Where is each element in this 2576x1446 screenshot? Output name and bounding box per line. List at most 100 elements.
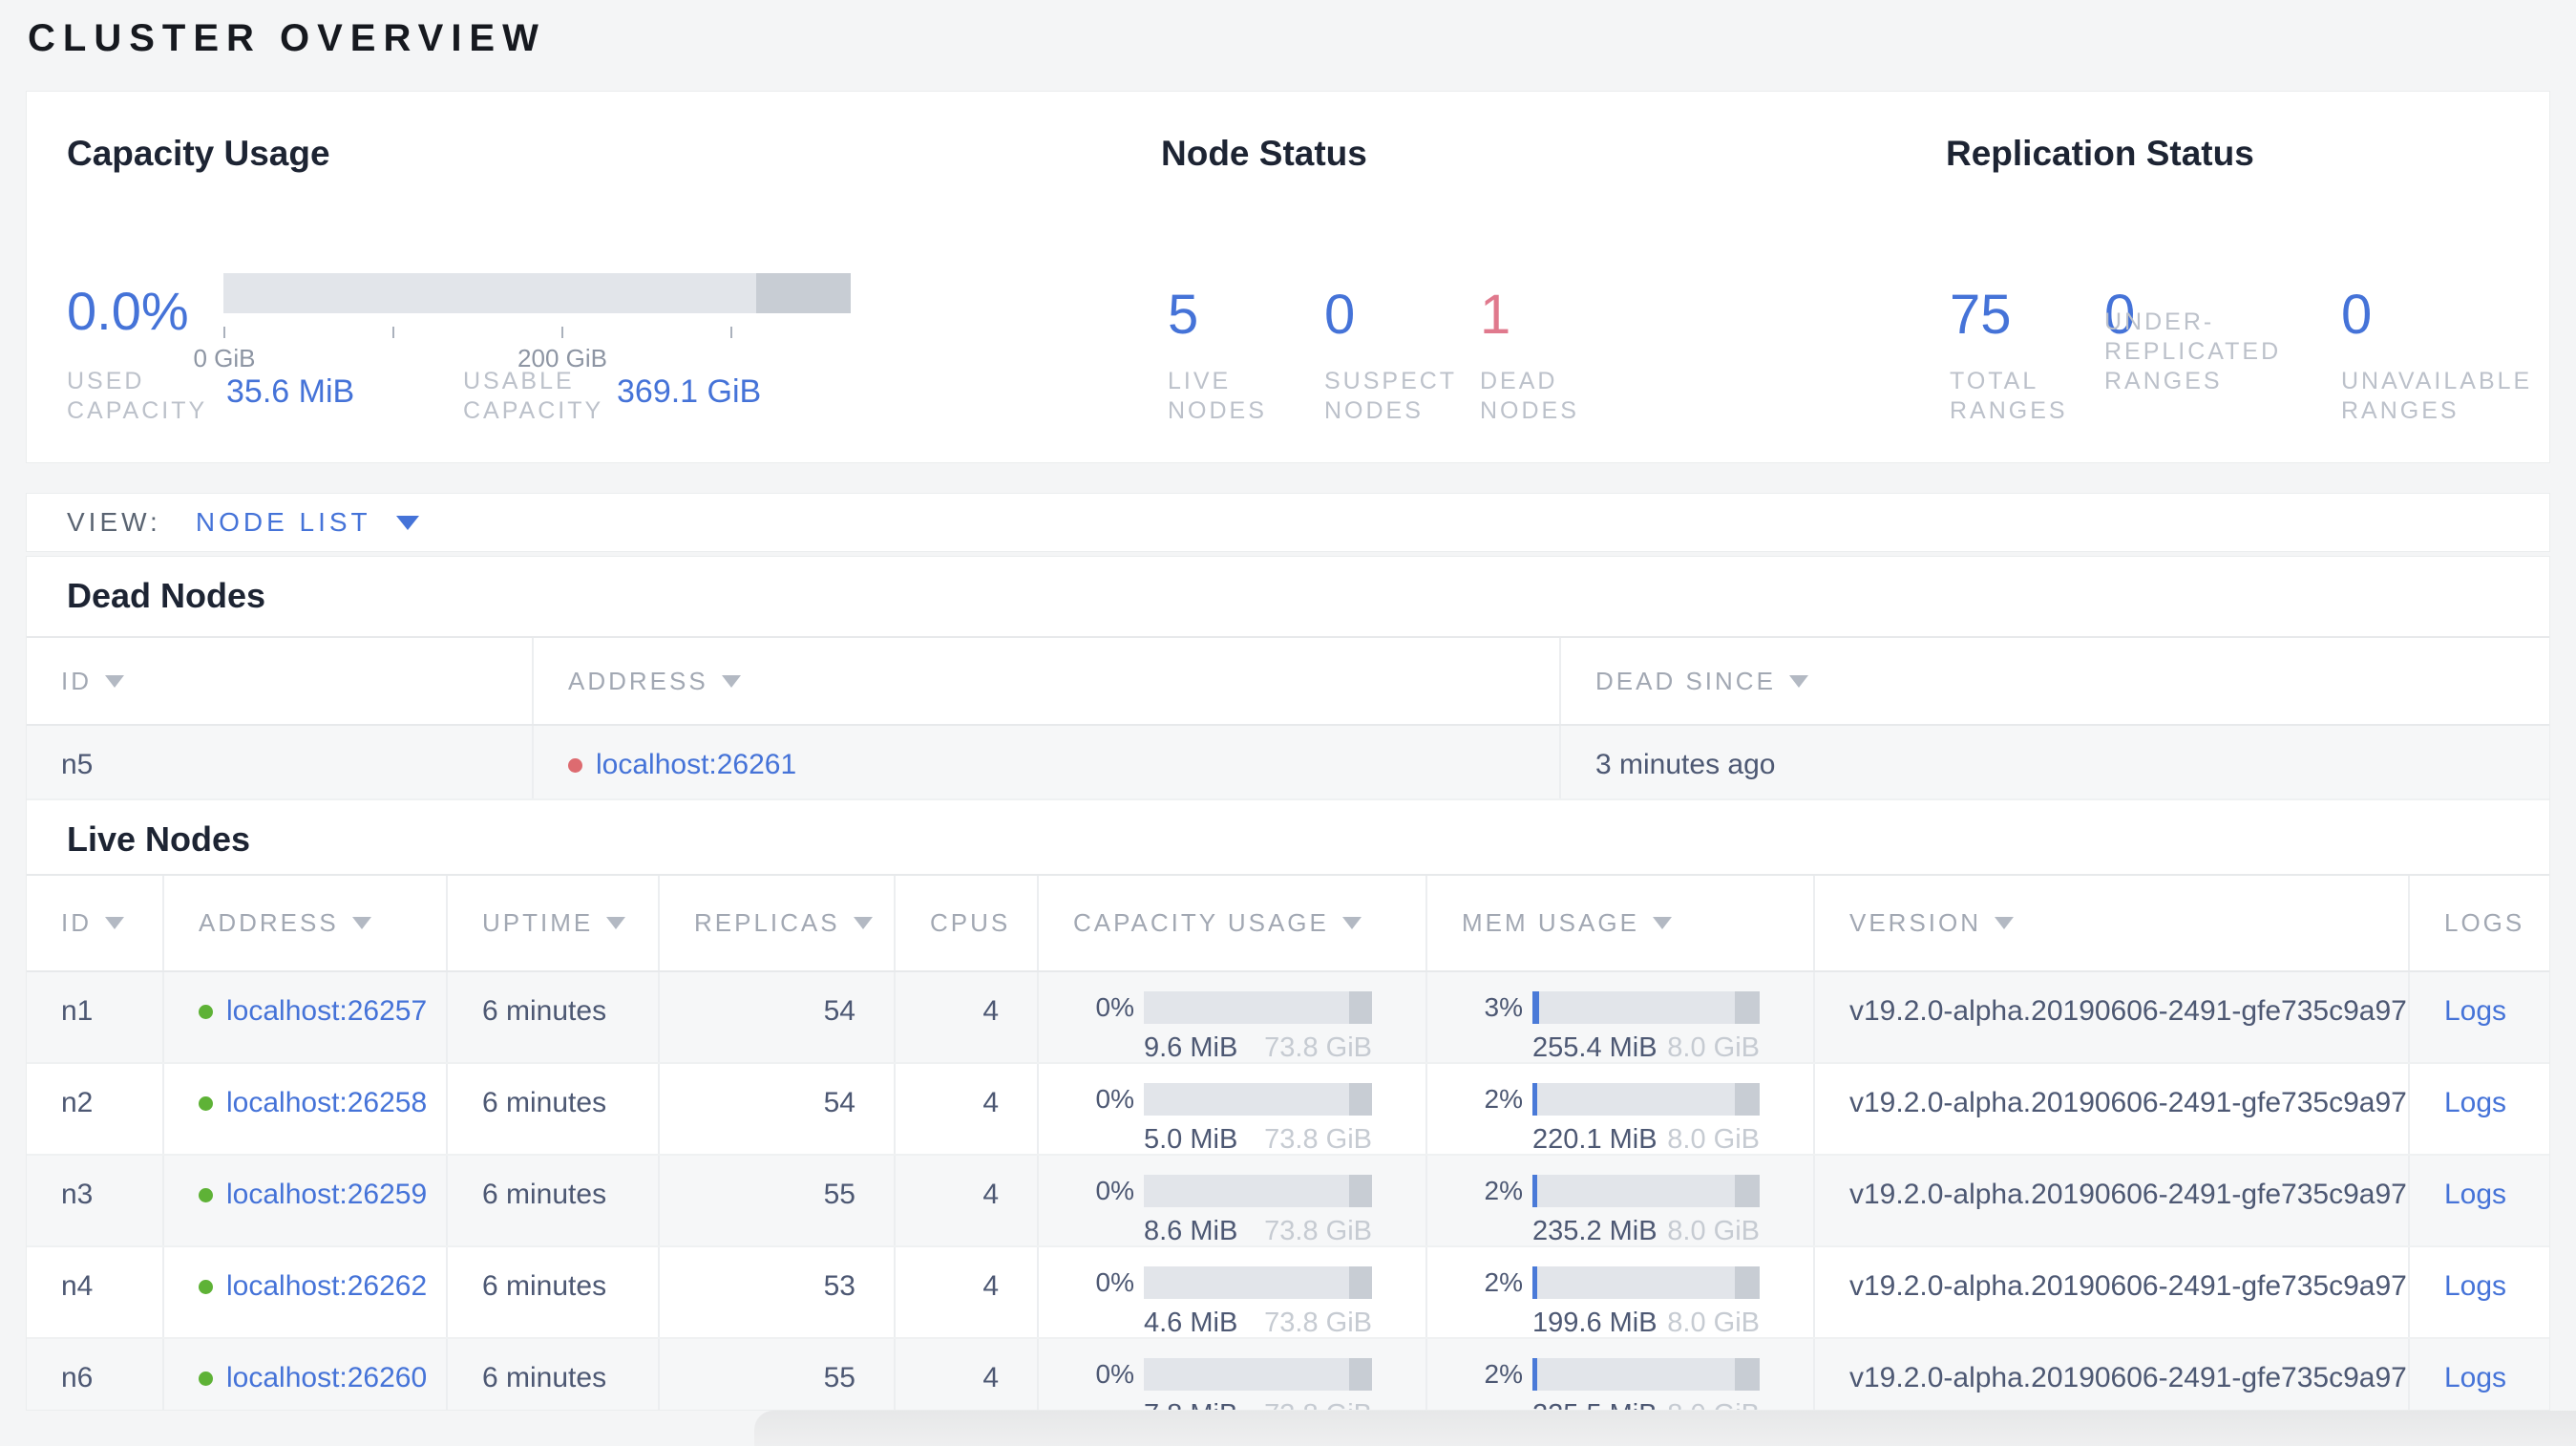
capacity-used-value: 4.6 MiB — [1144, 1308, 1238, 1337]
capacity-used-value: 7.8 MiB — [1144, 1399, 1237, 1410]
node-address-cell: localhost:26257 — [164, 972, 448, 1062]
mem-mini-bar — [1532, 991, 1760, 1024]
mem-total-value: 8.0 GiB — [1667, 1124, 1760, 1154]
bottom-shadow — [754, 1411, 2576, 1446]
capacity-percent-label: 0% — [1095, 1359, 1134, 1389]
dead-node-dead-since: 3 minutes ago — [1595, 749, 1776, 780]
node-address-link[interactable]: localhost:26260 — [226, 1362, 427, 1394]
node-cpus: 4 — [896, 972, 1039, 1062]
live-col-cpus[interactable]: CPUS — [896, 876, 1039, 970]
dead-status-dot-icon — [568, 758, 582, 773]
view-selector-dropdown[interactable]: NODE LIST — [196, 507, 419, 538]
mem-mini-bar — [1532, 1266, 1760, 1299]
axis-tick — [561, 327, 563, 338]
usable-capacity-value: 369.1 GiB — [617, 373, 762, 410]
sort-arrow-icon — [105, 674, 124, 688]
node-logs-cell: Logs — [2410, 1247, 2549, 1337]
dead-col-address[interactable]: ADDRESS — [534, 638, 1561, 724]
capacity-mini-bar — [1144, 1175, 1372, 1207]
live-status-dot-icon — [199, 1096, 213, 1111]
mem-percent-label: 2% — [1484, 1176, 1523, 1205]
used-capacity-value: 35.6 MiB — [226, 373, 355, 410]
sort-arrow-icon — [351, 917, 371, 929]
mem-mini-bar — [1532, 1358, 1760, 1391]
live-col-replicas[interactable]: REPLICAS — [660, 876, 896, 970]
live-col-id[interactable]: ID — [27, 876, 164, 970]
capacity-bar — [223, 273, 851, 313]
capacity-mini-bar — [1144, 1358, 1372, 1391]
mem-total-value: 8.0 GiB — [1667, 1216, 1760, 1245]
node-list-card: Dead Nodes ID ADDRESS DEAD SINCE n5 loca… — [26, 556, 2550, 1411]
node-mem-usage: 3% 255.4 MiB 8.0 GiB — [1427, 972, 1815, 1062]
capacity-used-value: 8.6 MiB — [1144, 1216, 1238, 1245]
live-node-row: n6 localhost:26260 6 minutes 55 4 0% 7.8… — [27, 1339, 2549, 1410]
capacity-mini-bar — [1144, 1083, 1372, 1116]
capacity-percent-label: 0% — [1095, 1176, 1134, 1205]
node-cpus: 4 — [896, 1156, 1039, 1245]
dead-nodes-count: 1 — [1480, 284, 1511, 346]
live-status-dot-icon — [199, 1188, 213, 1202]
node-id: n6 — [27, 1339, 164, 1410]
logs-link[interactable]: Logs — [2444, 995, 2506, 1028]
mem-total-value: 8.0 GiB — [1667, 1032, 1760, 1062]
live-col-version[interactable]: VERSION — [1815, 876, 2410, 970]
node-logs-cell: Logs — [2410, 972, 2549, 1062]
mem-used-value: 225.5 MiB — [1532, 1399, 1658, 1410]
capacity-percent-label: 0% — [1095, 1267, 1134, 1297]
mem-used-value: 220.1 MiB — [1532, 1124, 1658, 1154]
under-replicated-label: UNDER- REPLICATED RANGES — [2104, 308, 2282, 394]
axis-tick — [392, 327, 394, 338]
node-mem-usage: 2% 225.5 MiB 8.0 GiB — [1427, 1339, 1815, 1410]
node-uptime: 6 minutes — [448, 1247, 660, 1337]
sort-arrow-icon — [1995, 917, 2015, 929]
dead-node-address-link[interactable]: localhost:26261 — [596, 749, 796, 781]
node-address-link[interactable]: localhost:26257 — [226, 995, 427, 1028]
live-col-capacity-usage[interactable]: CAPACITY USAGE — [1039, 876, 1427, 970]
total-ranges-count: 75 — [1950, 284, 2012, 346]
logs-link[interactable]: Logs — [2444, 1362, 2506, 1394]
chevron-down-icon — [395, 515, 419, 530]
sort-arrow-icon — [721, 674, 741, 688]
live-status-dot-icon — [199, 1372, 213, 1386]
live-col-uptime[interactable]: UPTIME — [448, 876, 660, 970]
node-status-title: Node Status — [1161, 134, 1367, 173]
node-address-link[interactable]: localhost:26258 — [226, 1087, 427, 1119]
mem-percent-label: 2% — [1484, 1084, 1523, 1114]
dead-col-dead-since[interactable]: DEAD SINCE — [1561, 638, 2549, 724]
mem-percent-label: 3% — [1484, 992, 1523, 1022]
capacity-total-value: 73.8 GiB — [1264, 1124, 1372, 1154]
capacity-percent: 0.0% — [67, 281, 189, 341]
mem-used-value: 255.4 MiB — [1532, 1032, 1658, 1062]
capacity-bar-reserved-segment — [756, 273, 851, 313]
node-mem-usage: 2% 199.6 MiB 8.0 GiB — [1427, 1247, 1815, 1337]
mem-mini-bar — [1532, 1083, 1760, 1116]
unavailable-count: 0 — [2341, 284, 2373, 346]
node-id: n1 — [27, 972, 164, 1062]
node-id: n4 — [27, 1247, 164, 1337]
node-address-link[interactable]: localhost:26262 — [226, 1270, 427, 1303]
logs-link[interactable]: Logs — [2444, 1270, 2506, 1303]
capacity-percent-label: 0% — [1095, 992, 1134, 1022]
node-capacity-usage: 0% 9.6 MiB 73.8 GiB — [1039, 972, 1427, 1062]
live-col-address[interactable]: ADDRESS — [164, 876, 448, 970]
dead-col-id[interactable]: ID — [27, 638, 534, 724]
node-mem-usage: 2% 235.2 MiB 8.0 GiB — [1427, 1156, 1815, 1245]
sort-arrow-icon — [606, 917, 626, 929]
live-col-mem-usage[interactable]: MEM USAGE — [1427, 876, 1815, 970]
node-capacity-usage: 0% 4.6 MiB 73.8 GiB — [1039, 1247, 1427, 1337]
node-address-link[interactable]: localhost:26259 — [226, 1179, 427, 1211]
node-logs-cell: Logs — [2410, 1156, 2549, 1245]
used-capacity-label: USED CAPACITY — [67, 368, 208, 424]
logs-link[interactable]: Logs — [2444, 1087, 2506, 1119]
mem-percent-label: 2% — [1484, 1359, 1523, 1389]
live-nodes-count: 5 — [1168, 284, 1199, 346]
capacity-total-value: 73.8 GiB — [1264, 1216, 1372, 1245]
view-selected-value: NODE LIST — [195, 507, 371, 537]
node-cpus: 4 — [896, 1247, 1039, 1337]
logs-link[interactable]: Logs — [2444, 1179, 2506, 1211]
suspect-nodes-count: 0 — [1324, 284, 1356, 346]
node-version: v19.2.0-alpha.20190606-2491-gfe735c9a97 — [1815, 1339, 2410, 1410]
node-logs-cell: Logs — [2410, 1064, 2549, 1154]
dead-nodes-table-header: ID ADDRESS DEAD SINCE — [27, 636, 2549, 726]
suspect-nodes-label: SUSPECT NODES — [1324, 368, 1458, 424]
